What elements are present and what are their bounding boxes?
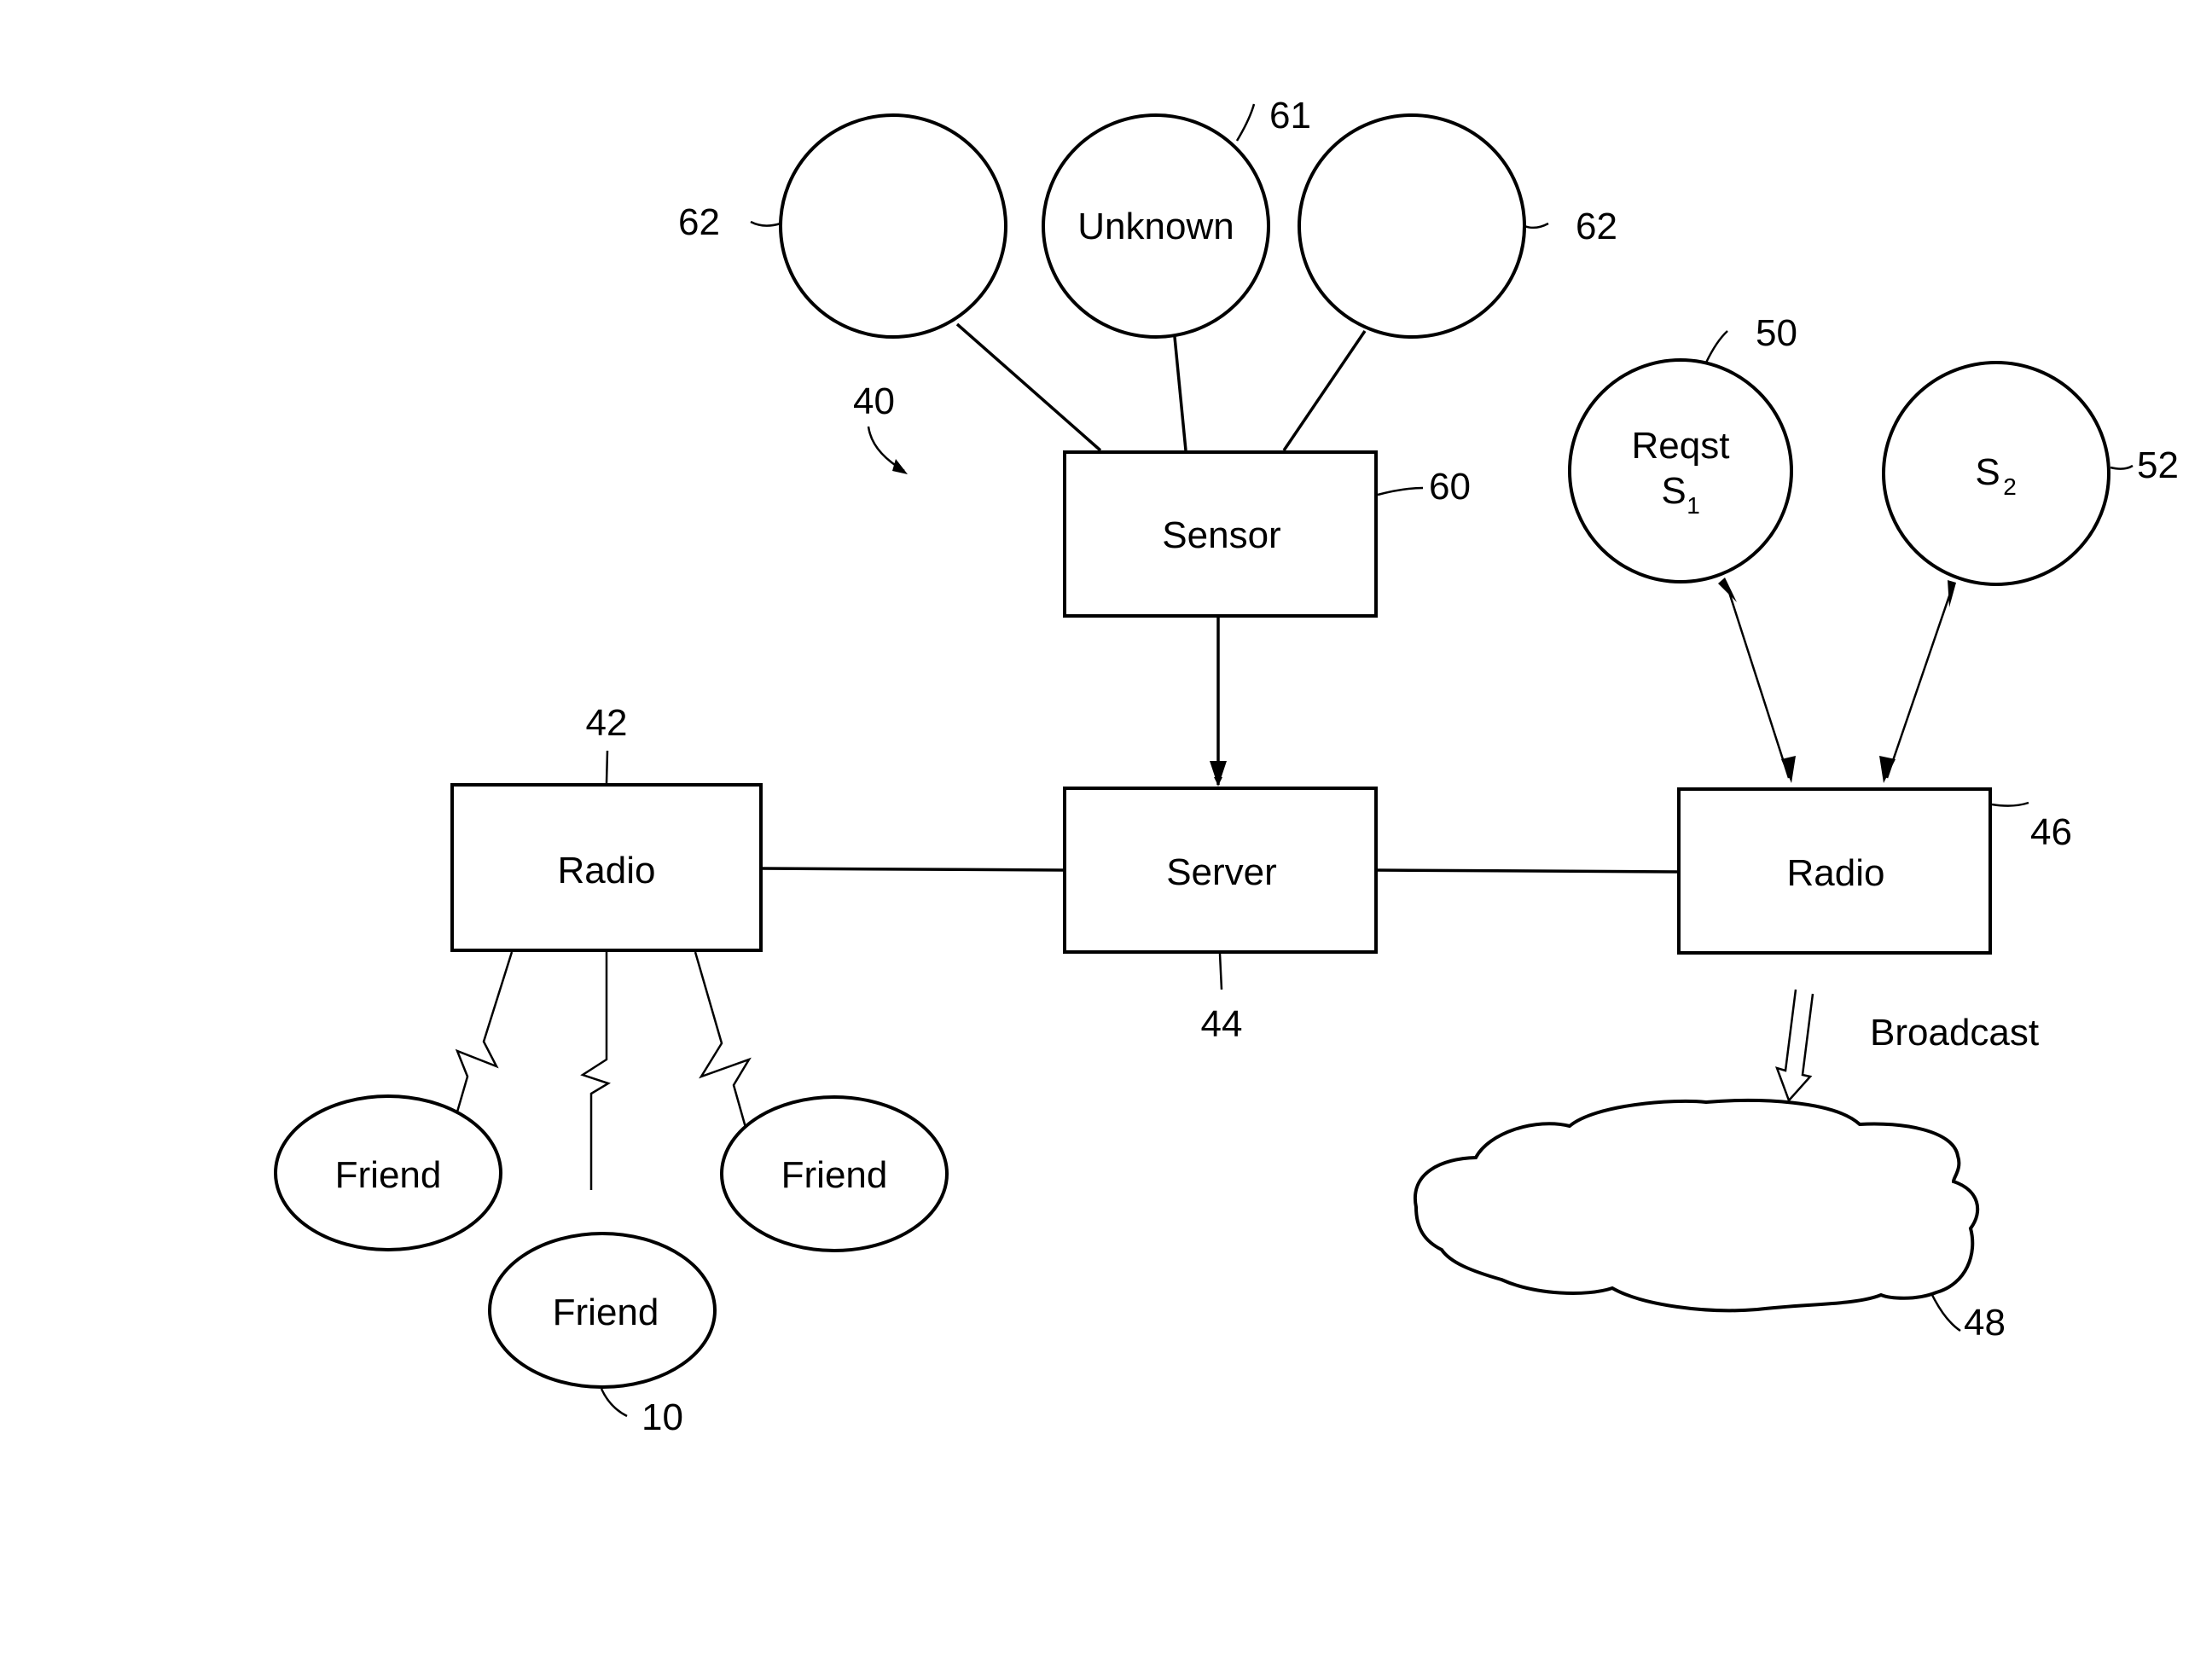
s2-leader [2110, 464, 2134, 470]
cloud-leader [1930, 1294, 1961, 1332]
arrowhead-s1-up [1718, 578, 1737, 602]
target-left-leader [750, 220, 781, 227]
server-label: Server [1166, 851, 1277, 893]
target-unknown-ref: 61 [1269, 95, 1311, 136]
s2-node[interactable]: S 2 [1882, 361, 2110, 586]
link-request-s1-radio-right [1724, 581, 1791, 779]
server-node[interactable]: Server [1063, 787, 1378, 954]
request-s1-label-line1: Reqst [1632, 425, 1730, 467]
friend-center-ref: 10 [642, 1396, 683, 1438]
friend-right-label: Friend [781, 1154, 888, 1196]
request-s1-node[interactable]: Reqst S 1 [1568, 358, 1793, 583]
target-right-leader [1524, 222, 1549, 229]
request-s1-ref: 50 [1756, 312, 1797, 354]
target-right[interactable] [1298, 113, 1526, 339]
radio-right-node[interactable]: Radio [1677, 787, 1992, 955]
arrowhead-s1-down [1781, 756, 1796, 783]
system-ref-40: 40 [853, 380, 895, 422]
cloud-ref: 48 [1964, 1302, 2006, 1344]
friend-left[interactable]: Friend [274, 1094, 502, 1251]
target-right-ref: 62 [1576, 206, 1617, 247]
broadcast-cloud[interactable] [1413, 1099, 1980, 1313]
link-server-radio-right [1375, 868, 1680, 874]
broadcast-arrow-icon [1774, 989, 1814, 1103]
server-leader [1218, 953, 1223, 990]
sensor-ref: 60 [1429, 466, 1471, 508]
radio-left-label: Radio [558, 850, 656, 891]
target-unknown-label: Unknown [1077, 206, 1234, 247]
sensor-server-arrowhead [1210, 761, 1227, 787]
radio-right-leader [1991, 801, 2029, 807]
server-ref: 44 [1201, 1003, 1243, 1045]
friend-center-label: Friend [553, 1292, 659, 1333]
sensor-leader [1377, 486, 1424, 496]
link-target-right-sensor [1282, 330, 1367, 451]
arrowhead-s2-down [1879, 756, 1896, 783]
system-ref-arrowhead [892, 459, 908, 474]
radio-left-node[interactable]: Radio [450, 783, 763, 952]
link-target-left-sensor [955, 322, 1102, 452]
link-radio-left-server [760, 867, 1065, 872]
s2-ref: 52 [2137, 444, 2179, 486]
request-s1-label-line2: S [1661, 470, 1686, 512]
friend-right[interactable]: Friend [720, 1095, 949, 1252]
cloud-shape [1413, 1099, 1980, 1313]
sensor-node[interactable]: Sensor [1063, 450, 1378, 618]
target-unknown[interactable]: Unknown [1042, 113, 1270, 339]
request-s1-subscript: 1 [1687, 492, 1700, 519]
target-right-circle [1298, 113, 1526, 339]
arrowhead-s2-up [1948, 580, 1956, 607]
radio-right-ref: 46 [2030, 811, 2072, 853]
target-unknown-leader [1235, 103, 1256, 142]
request-s1-leader [1704, 330, 1728, 363]
radio-left-ref: 42 [586, 702, 628, 744]
broadcast-label: Broadcast [1870, 1012, 2039, 1054]
link-s2-radio-right [1885, 583, 1955, 779]
sensor-label: Sensor [1162, 514, 1280, 556]
friend-left-label: Friend [335, 1154, 442, 1196]
target-left-circle [779, 113, 1007, 339]
radio-right-label: Radio [1787, 852, 1885, 894]
link-target-unknown-sensor [1173, 336, 1187, 451]
target-left[interactable] [779, 113, 1007, 339]
friend-center[interactable]: Friend [488, 1232, 717, 1389]
target-left-ref: 62 [678, 201, 720, 243]
system-diagram: 40 62 Unknown 61 62 Sensor 60 Server 44 … [274, 95, 2179, 1438]
link-radio-left-friend-center [580, 952, 611, 1190]
s2-subscript: 2 [2003, 473, 2017, 500]
friend-center-leader [600, 1388, 628, 1418]
s2-label: S [1975, 451, 2000, 493]
